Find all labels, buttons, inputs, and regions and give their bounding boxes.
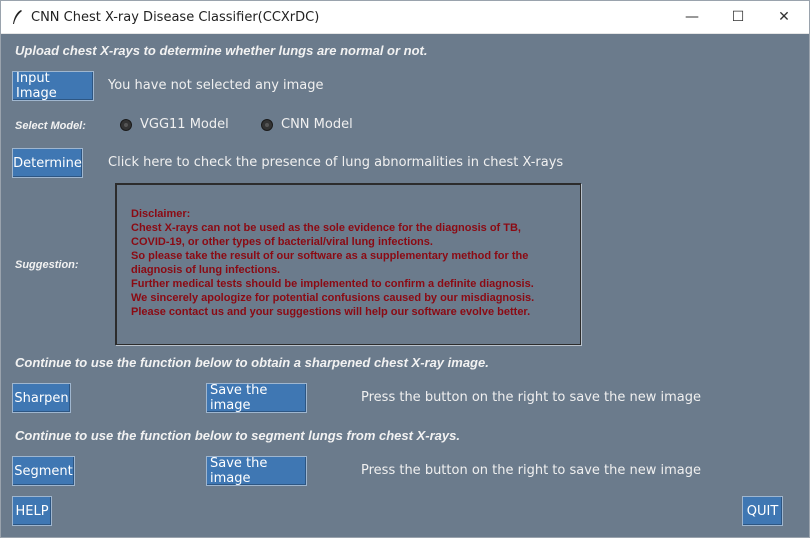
main-content: Upload chest X-rays to determine whether… (1, 33, 809, 537)
radio-cnn[interactable]: CNN Model (261, 117, 353, 132)
close-button[interactable]: ✕ (761, 1, 807, 33)
save-sharpened-button[interactable]: Save the image (206, 383, 307, 413)
maximize-icon: ☐ (731, 9, 745, 25)
segment-heading: Continue to use the function below to se… (15, 428, 460, 443)
help-button[interactable]: HELP (12, 496, 52, 526)
segment-button[interactable]: Segment (12, 456, 75, 486)
sharpen-save-hint: Press the button on the right to save th… (361, 390, 701, 405)
quit-button[interactable]: QUIT (742, 496, 783, 526)
radio-button-icon (120, 118, 132, 131)
suggestion-label: Suggestion: (15, 259, 79, 271)
title-bar: CNN Chest X-ray Disease Classifier(CCXrD… (1, 1, 809, 34)
radio-vgg11[interactable]: VGG11 Model (120, 117, 229, 132)
upload-prompt: Upload chest X-rays to determine whether… (15, 43, 428, 58)
feather-icon (13, 10, 22, 24)
sharpen-button[interactable]: Sharpen (12, 383, 71, 413)
determine-hint: Click here to check the presence of lung… (108, 155, 564, 170)
radio-cnn-label: CNN Model (281, 117, 353, 132)
minimize-button[interactable]: — (669, 1, 715, 33)
radio-vgg11-label: VGG11 Model (140, 117, 229, 132)
image-status: You have not selected any image (108, 78, 324, 93)
close-icon: ✕ (778, 9, 790, 25)
sharpen-heading: Continue to use the function below to ob… (15, 355, 489, 370)
select-model-label: Select Model: (15, 120, 86, 132)
disclaimer-text: Disclaimer: Chest X-rays can not be used… (131, 208, 535, 318)
maximize-button[interactable]: ☐ (715, 1, 761, 33)
input-image-button[interactable]: Input Image (12, 71, 94, 101)
window-title: CNN Chest X-ray Disease Classifier(CCXrD… (31, 10, 320, 25)
app-window: CNN Chest X-ray Disease Classifier(CCXrD… (0, 0, 810, 538)
minimize-icon: — (685, 9, 699, 25)
determine-button[interactable]: Determine (12, 148, 83, 178)
segment-save-hint: Press the button on the right to save th… (361, 463, 701, 478)
save-segmented-button[interactable]: Save the image (206, 456, 307, 486)
radio-button-icon (261, 118, 273, 131)
suggestion-textbox[interactable]: Disclaimer: Chest X-rays can not be used… (115, 183, 581, 345)
